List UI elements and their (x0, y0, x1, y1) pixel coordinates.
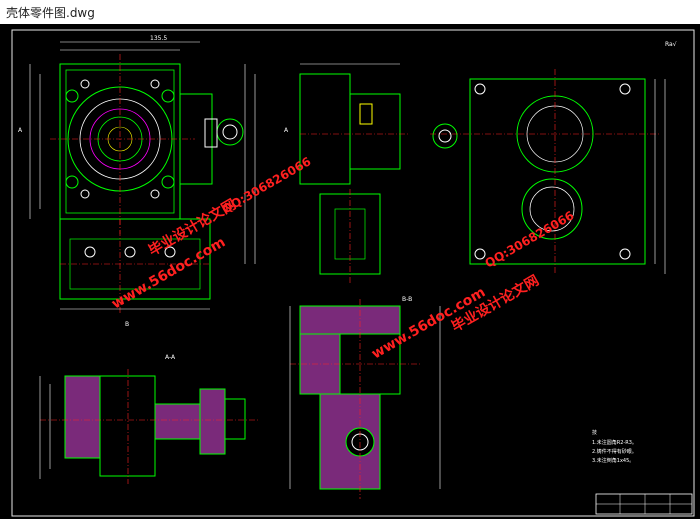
title-block (595, 493, 693, 515)
note-line-4: 3.未注倒角1x45。 (592, 457, 634, 464)
technical-notes: 技 1.未注圆角R2-R3。 2.铸件不得有砂眼。 3.未注倒角1x45。 (592, 429, 637, 464)
watermark-qq-1: QQ:306826066 (220, 154, 314, 216)
section-mark-b: B (125, 321, 129, 328)
section-aa-view: A-A (39, 354, 260, 484)
cad-drawing-canvas[interactable]: 135.5 A A B Ra√ A-A B-B 技 1.未注圆角R2-R3。 2… (0, 24, 700, 519)
watermark-qq-2: QQ:306826066 (483, 208, 577, 270)
section-bb-label: B-B (402, 296, 412, 303)
section-mark-a-left: A (18, 127, 23, 134)
right-view: Ra√ (430, 41, 677, 274)
note-line-1: 技 (592, 429, 597, 436)
main-plan-view: 135.5 A A (18, 35, 289, 264)
section-mark-a-right: A (284, 127, 289, 134)
note-line-2: 1.未注圆角R2-R3。 (592, 439, 637, 446)
window-title: 壳体零件图.dwg (6, 6, 95, 20)
title-bar: 壳体零件图.dwg (0, 0, 700, 24)
side-view (299, 63, 410, 284)
cad-drawing: 135.5 A A B Ra√ A-A B-B 技 1.未注圆角R2-R3。 2… (11, 29, 695, 517)
section-aa-label: A-A (165, 354, 176, 361)
note-line-3: 2.铸件不得有砂眼。 (592, 448, 637, 455)
dim-top-width: 135.5 (150, 35, 167, 42)
roughness-symbol: Ra√ (665, 41, 677, 48)
